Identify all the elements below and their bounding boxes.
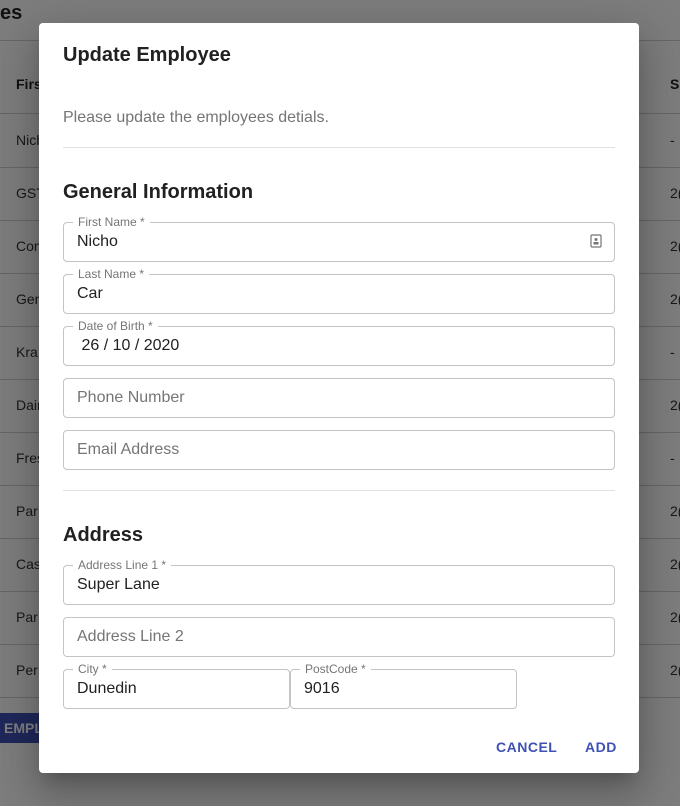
divider bbox=[63, 490, 615, 491]
contact-card-icon[interactable] bbox=[590, 234, 602, 248]
phone-number-placeholder[interactable]: Phone Number bbox=[77, 389, 185, 407]
phone-number-field[interactable]: Phone Number bbox=[63, 378, 615, 418]
cancel-button[interactable]: CANCEL bbox=[496, 739, 557, 755]
last-name-label: Last Name * bbox=[73, 267, 150, 281]
first-name-label: First Name * bbox=[73, 215, 150, 229]
city-value[interactable]: Dunedin bbox=[77, 680, 137, 698]
city-label: City * bbox=[73, 662, 112, 676]
city-field[interactable]: City * Dunedin bbox=[63, 662, 290, 709]
address-line-1-field[interactable]: Address Line 1 * Super Lane bbox=[63, 558, 615, 605]
date-of-birth-value[interactable]: 26 / 10 / 2020 bbox=[77, 337, 179, 355]
last-name-field[interactable]: Last Name * Car bbox=[63, 267, 615, 314]
date-of-birth-label: Date of Birth * bbox=[73, 319, 158, 333]
update-employee-dialog: Update Employee Please update the employ… bbox=[39, 23, 639, 773]
first-name-field[interactable]: First Name * Nicho bbox=[63, 215, 615, 262]
address-heading: Address bbox=[63, 524, 144, 546]
address-line-1-label: Address Line 1 * bbox=[73, 558, 172, 572]
add-button[interactable]: ADD bbox=[585, 739, 617, 755]
postcode-value[interactable]: 9016 bbox=[304, 680, 340, 698]
dialog-description: Please update the employees detials. bbox=[63, 109, 329, 126]
address-line-2-placeholder[interactable]: Address Line 2 bbox=[77, 628, 184, 646]
general-information-heading: General Information bbox=[63, 181, 254, 203]
email-address-field[interactable]: Email Address bbox=[63, 430, 615, 470]
divider bbox=[63, 147, 615, 148]
postcode-field[interactable]: PostCode * 9016 bbox=[290, 662, 517, 709]
first-name-value[interactable]: Nicho bbox=[77, 233, 118, 251]
address-line-1-value[interactable]: Super Lane bbox=[77, 576, 160, 594]
email-address-placeholder[interactable]: Email Address bbox=[77, 441, 179, 459]
address-line-2-field[interactable]: Address Line 2 bbox=[63, 617, 615, 657]
last-name-value[interactable]: Car bbox=[77, 285, 103, 303]
postcode-label: PostCode * bbox=[300, 662, 371, 676]
dialog-title: Update Employee bbox=[63, 44, 231, 66]
date-of-birth-field[interactable]: Date of Birth * 26 / 10 / 2020 bbox=[63, 319, 615, 366]
